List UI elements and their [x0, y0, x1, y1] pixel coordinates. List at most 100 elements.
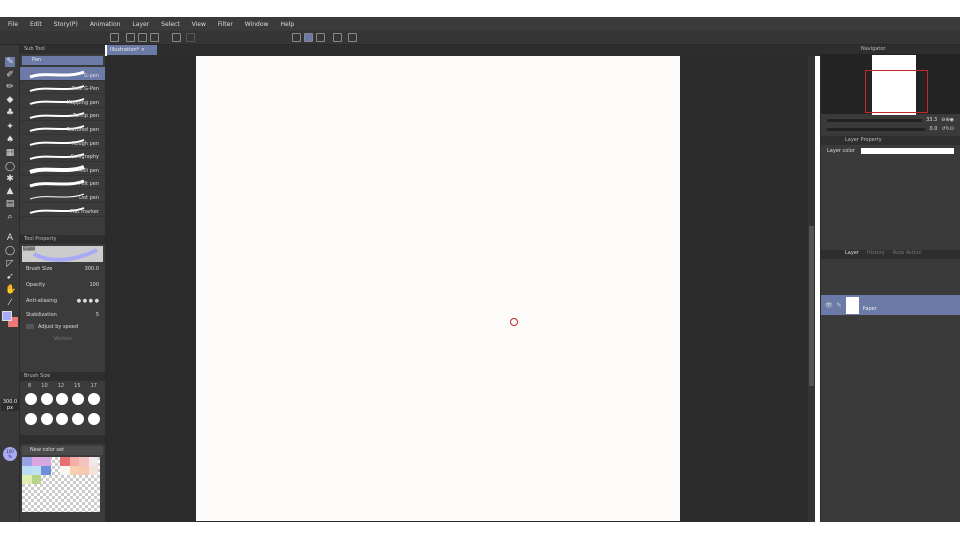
rotation-value[interactable]: 0.0 [929, 126, 937, 132]
redo-icon[interactable] [186, 33, 195, 42]
adjust-speed-row[interactable]: Adjust by speed [20, 324, 105, 330]
open-icon[interactable] [138, 33, 147, 42]
pen-tool-icon[interactable]: ✎ [5, 57, 15, 67]
zoom-value[interactable]: 33.3 [926, 117, 937, 123]
color-swatch[interactable] [69, 456, 79, 466]
adjust-speed-checkbox[interactable] [26, 324, 34, 330]
color-swatch[interactable] [41, 456, 51, 466]
tablet-icon[interactable] [333, 33, 342, 42]
rotation-slider[interactable] [827, 127, 926, 131]
gradient-tool-icon[interactable]: ▤ [5, 199, 15, 209]
size-dot[interactable] [56, 412, 69, 425]
scroll-thumb[interactable] [809, 226, 814, 386]
brush-item[interactable]: Milli pen [20, 162, 105, 176]
snap-special-ruler-icon[interactable] [304, 33, 313, 42]
sub-tool-group-pen[interactable]: Pen [22, 56, 103, 65]
brush-size-row[interactable]: Brush Size 300.0 [20, 266, 105, 272]
pencil-tool-icon[interactable]: ✐ [5, 70, 15, 80]
size-dot[interactable] [24, 412, 37, 425]
undo-icon[interactable] [172, 33, 181, 42]
tab-layer[interactable]: Layer [845, 250, 859, 259]
tab-auto-action[interactable]: Auto Action [893, 250, 922, 259]
hand-tool-icon[interactable]: ✋ [5, 285, 16, 295]
color-swatch[interactable] [22, 474, 32, 484]
brush-size-preset[interactable]: 17 [91, 383, 97, 389]
snap-grid-icon[interactable] [316, 33, 325, 42]
color-swatch[interactable] [79, 456, 89, 466]
menu-window[interactable]: Window [245, 21, 269, 28]
menu-select[interactable]: Select [161, 21, 180, 28]
brush-item[interactable]: Real G-Pen [20, 81, 105, 95]
layer-color-row[interactable]: Layer color [821, 148, 960, 154]
color-set-dropdown[interactable]: New color set [22, 445, 103, 455]
fill-tool-icon[interactable]: ▲ [5, 186, 15, 196]
color-swatch[interactable] [60, 456, 70, 466]
menu-filter[interactable]: Filter [218, 21, 233, 28]
color-swatch[interactable] [22, 456, 32, 466]
navigator-view-frame[interactable] [865, 70, 928, 113]
color-swatch[interactable] [69, 465, 79, 475]
balloon-tool-icon[interactable]: ◯ [5, 246, 15, 256]
blend-tool-icon[interactable]: ✦ [5, 122, 15, 132]
brush-item[interactable]: Felt pen [20, 176, 105, 190]
color-swatch[interactable] [31, 456, 41, 466]
tab-history[interactable]: History [867, 250, 885, 259]
edit-pen-icon[interactable]: ✎ [837, 302, 842, 309]
color-swatch[interactable] [31, 474, 41, 484]
color-swatch[interactable] [88, 456, 98, 466]
color-swatch[interactable] [79, 465, 89, 475]
menu-animation[interactable]: Animation [90, 21, 121, 28]
main-color-swatch[interactable] [2, 311, 12, 321]
zoom-tool-icon[interactable]: ⌕ [5, 212, 15, 222]
menu-view[interactable]: View [192, 21, 206, 28]
opacity-readout[interactable]: 100% [3, 447, 17, 461]
save-icon[interactable] [150, 33, 159, 42]
brush-size-preset[interactable]: 15 [74, 383, 80, 389]
clip-studio-icon[interactable] [110, 33, 119, 42]
color-swatch[interactable] [31, 465, 41, 475]
eraser-tool-icon[interactable]: ◆ [5, 95, 15, 105]
color-swatch[interactable] [41, 465, 51, 475]
size-dot[interactable] [56, 392, 69, 405]
color-swatch[interactable] [51, 457, 61, 466]
size-dot[interactable] [40, 412, 53, 425]
eyedropper-tool-icon[interactable]: ⁄ [5, 298, 15, 308]
size-dot[interactable] [72, 412, 85, 425]
new-file-icon[interactable] [126, 33, 135, 42]
lasso-tool-icon[interactable]: ◯ [5, 162, 15, 172]
layer-row-paper[interactable]: 👁 ✎ Paper [821, 295, 960, 315]
brush-item[interactable]: Calligraphy [20, 149, 105, 163]
brush-size-preset[interactable]: 10 [41, 383, 47, 389]
size-dot[interactable] [40, 392, 53, 405]
rotation-controls-icon[interactable]: ↺↻⊙ [941, 126, 954, 132]
snap-ruler-icon[interactable] [292, 33, 301, 42]
size-dot[interactable] [72, 392, 85, 405]
decoration-tool-icon[interactable]: ♣ [5, 108, 15, 118]
brush-item[interactable]: Mapping pen [20, 94, 105, 108]
color-swatch[interactable] [51, 466, 61, 475]
brush-item[interactable]: Textured pen [20, 121, 105, 135]
brush-item[interactable]: Turnip pen [20, 108, 105, 122]
canvas-paper[interactable] [196, 56, 680, 521]
operation-tool-icon[interactable]: ➹ [5, 272, 15, 282]
brush-size-preset[interactable]: 12 [58, 383, 64, 389]
color-swatch[interactable] [60, 465, 70, 475]
layer-color-swatch[interactable] [860, 148, 954, 154]
figure-tool-icon[interactable]: ▦ [5, 148, 15, 158]
stabilization-value[interactable]: 5 [96, 312, 99, 318]
frame-tool-icon[interactable]: ◸ [5, 259, 15, 269]
menu-story[interactable]: Story(P) [54, 21, 78, 28]
vectors-row[interactable]: Vectors [20, 336, 105, 342]
color-swatch[interactable] [88, 465, 98, 475]
zoom-row[interactable]: 33.3 ⊖⊕◉ [821, 117, 960, 123]
color-swatch[interactable] [22, 465, 32, 475]
magic-wand-icon[interactable]: ✱ [5, 174, 15, 184]
opacity-value[interactable]: 100 [89, 282, 99, 288]
size-dot[interactable] [88, 412, 101, 425]
settings-icon[interactable] [348, 33, 357, 42]
antialiasing-options[interactable]: ● ● ● ● [77, 298, 99, 304]
airbrush-tool-icon[interactable]: ♠ [5, 135, 15, 145]
brush-item[interactable]: Dot pen [20, 189, 105, 203]
brush-item[interactable]: Rough pen [20, 135, 105, 149]
menu-help[interactable]: Help [280, 21, 294, 28]
